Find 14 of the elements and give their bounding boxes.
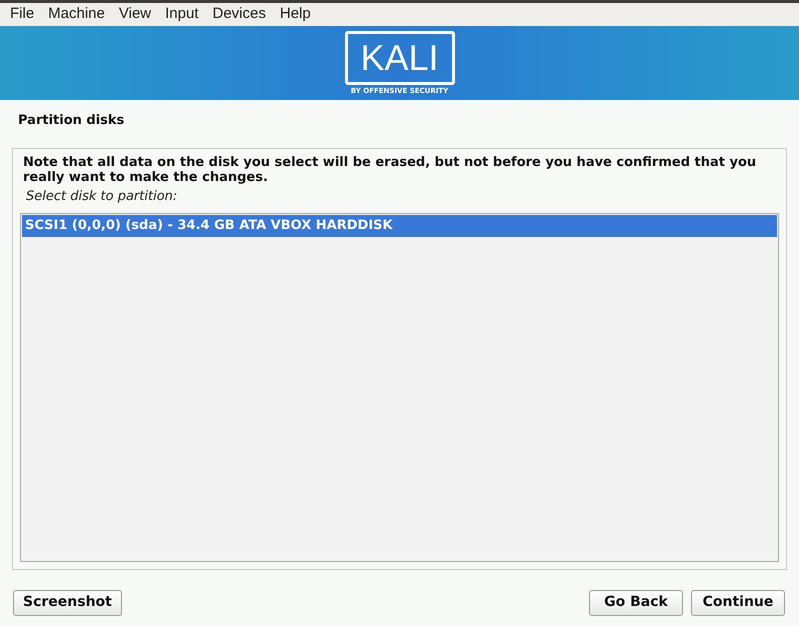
menu-item[interactable]: Devices <box>206 3 273 26</box>
menu-item[interactable]: View <box>112 3 158 26</box>
menu-item[interactable]: Machine <box>41 3 112 26</box>
back-button[interactable]: Go Back <box>589 590 683 616</box>
list-label: Select disk to partition: <box>26 188 178 206</box>
menu-item[interactable]: Input <box>158 3 206 26</box>
menu-item[interactable]: File <box>3 3 42 26</box>
disk-item[interactable]: SCSI1 (0,0,0) (sda) - 34.4 GB ATA VBOX HARDDISK <box>22 215 777 237</box>
logo-text: KALI <box>360 40 439 76</box>
continue-button[interactable]: Continue <box>691 590 785 616</box>
note-text: Note that all data on the disk you select will be erased, but not before you have confirmed that you really want to make the changes. <box>23 154 758 184</box>
menu-item[interactable]: Help <box>272 3 318 26</box>
page-title: Partition disks <box>18 112 126 130</box>
screenshot-button[interactable]: Screenshot <box>13 590 122 616</box>
